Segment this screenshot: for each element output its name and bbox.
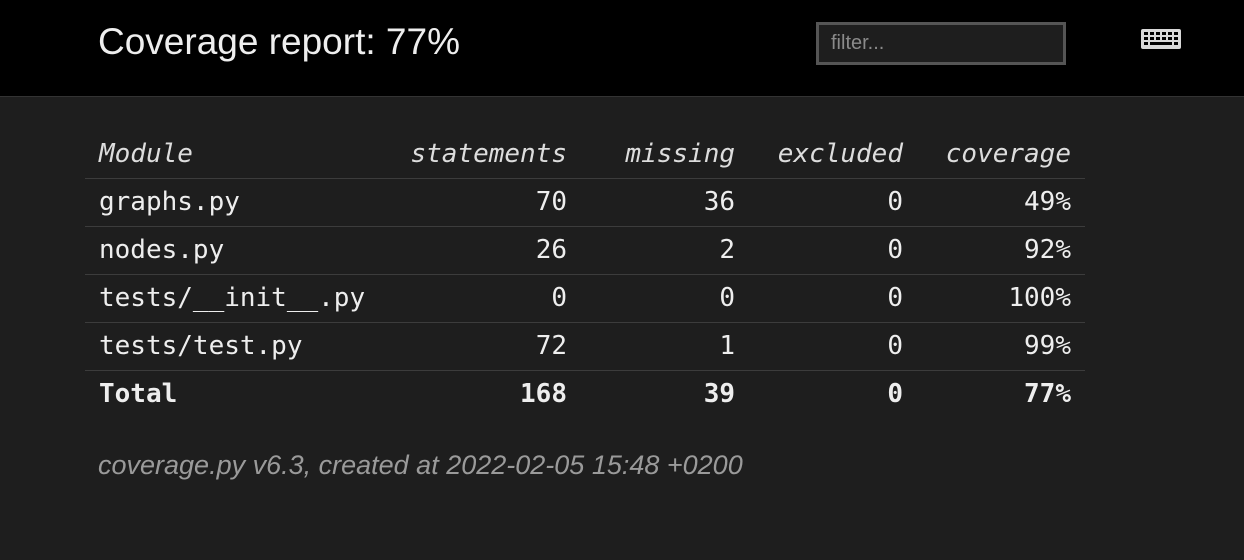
- statements-cell: 70: [385, 178, 581, 227]
- statements-cell: 72: [385, 322, 581, 371]
- footer-created-info: coverage.py v6.3, created at 2022-02-05 …: [98, 450, 743, 480]
- coverage-cell: 92%: [917, 226, 1085, 275]
- total-statements: 168: [520, 379, 567, 410]
- total-missing: 39: [703, 379, 735, 410]
- total-coverage: 77%: [1024, 379, 1071, 410]
- filter-input[interactable]: [816, 22, 1066, 65]
- column-header-missing[interactable]: missing: [581, 130, 749, 179]
- excluded-cell: 0: [749, 226, 917, 275]
- coverage-cell: 100%: [917, 274, 1085, 323]
- total-excluded: 0: [887, 379, 903, 410]
- keyboard-icon[interactable]: [1140, 27, 1182, 51]
- missing-cell: 0: [581, 274, 749, 323]
- column-header-statements[interactable]: statements: [385, 130, 581, 179]
- table-row: tests/__init__.py 0 0 0 100%: [85, 274, 1085, 323]
- excluded-cell: 0: [749, 322, 917, 371]
- coverage-cell: 49%: [917, 178, 1085, 227]
- missing-cell: 2: [581, 226, 749, 275]
- column-header-module[interactable]: Module: [85, 130, 385, 179]
- coverage-cell: 99%: [917, 322, 1085, 371]
- module-link[interactable]: tests/__init__.py: [85, 274, 385, 323]
- excluded-cell: 0: [749, 178, 917, 227]
- missing-cell: 1: [581, 322, 749, 371]
- total-row: Total 168 39 0 77%: [85, 370, 1085, 418]
- table-row: nodes.py 26 2 0 92%: [85, 226, 1085, 275]
- module-link[interactable]: tests/test.py: [85, 322, 385, 371]
- column-header-excluded[interactable]: excluded: [749, 130, 917, 179]
- page-title: Coverage report: 77%: [98, 21, 460, 62]
- module-link[interactable]: graphs.py: [85, 178, 385, 227]
- header-bar: Coverage report: 77%: [0, 0, 1244, 97]
- statements-cell: 26: [385, 226, 581, 275]
- table-row: graphs.py 70 36 0 49%: [85, 178, 1085, 227]
- statements-cell: 0: [385, 274, 581, 323]
- excluded-cell: 0: [749, 274, 917, 323]
- total-label: Total: [99, 379, 178, 410]
- missing-cell: 36: [581, 178, 749, 227]
- table-row: tests/test.py 72 1 0 99%: [85, 322, 1085, 371]
- column-header-coverage[interactable]: coverage: [917, 130, 1085, 179]
- module-link[interactable]: nodes.py: [85, 226, 385, 275]
- coverage-table: Module statements missing excluded cover…: [85, 130, 1085, 418]
- table-header-row: Module statements missing excluded cover…: [85, 130, 1085, 179]
